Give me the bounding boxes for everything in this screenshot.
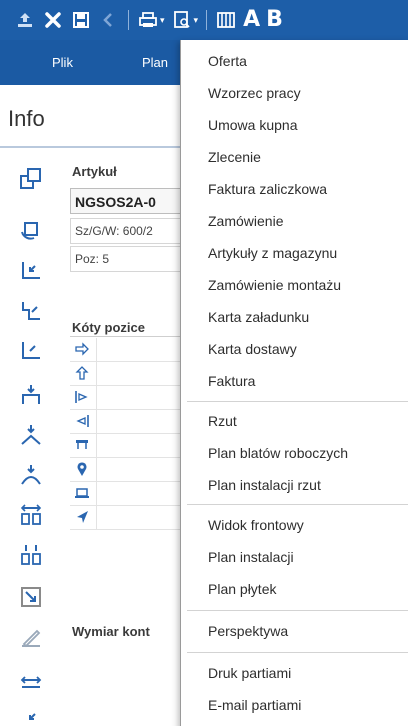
koty-row-right[interactable] — [70, 338, 186, 362]
menu-item-plan-instalacji[interactable]: Plan instalacji — [181, 542, 408, 572]
article-position-field: Poz: 5 — [70, 246, 186, 272]
koty-cell — [96, 362, 97, 386]
print-preview-icon[interactable] — [171, 9, 193, 31]
menu-item-rzut[interactable]: Rzut — [181, 406, 408, 436]
save-icon[interactable] — [70, 9, 92, 31]
align-bottom-icon[interactable] — [18, 382, 44, 408]
base-bar-icon — [74, 485, 90, 501]
menu-item-widok-frontowy[interactable]: Widok frontowy — [181, 510, 408, 540]
menu-separator — [187, 610, 408, 611]
koty-cell — [96, 386, 97, 410]
menu-item-plan-blatow-roboczych[interactable]: Plan blatów roboczych — [181, 438, 408, 468]
columns-icon[interactable] — [215, 9, 237, 31]
menu-item-faktura[interactable]: Faktura — [181, 366, 408, 396]
variant-a-button[interactable]: A — [243, 9, 260, 31]
print-dropdown-caret-icon[interactable]: ▾ — [160, 15, 165, 26]
app-window: ▾ ▾ A B Plik Plan Info Artykuł NGSOS2A-0… — [0, 0, 408, 726]
distribute-icon[interactable] — [18, 502, 44, 528]
menu-item-email-partiami[interactable]: E-mail partiami — [181, 690, 408, 720]
print-icon[interactable] — [137, 9, 159, 31]
menu-item-umowa-kupna[interactable]: Umowa kupna — [181, 110, 408, 140]
variant-b-button[interactable]: B — [266, 9, 283, 31]
arrow-end-icon — [74, 413, 90, 429]
menu-separator — [187, 652, 408, 653]
koty-cell — [96, 338, 97, 362]
koty-cell — [96, 458, 97, 482]
toolbar-separator — [206, 10, 208, 30]
menu-item-druk-partiami[interactable]: Druk partiami — [181, 658, 408, 688]
top-bar-icon — [74, 437, 90, 453]
toolbar-separator — [128, 10, 129, 30]
corner-left-icon[interactable] — [18, 258, 44, 284]
koty-row-location[interactable] — [70, 458, 186, 482]
menu-item-wzorzec-pracy[interactable]: Wzorzec pracy — [181, 78, 408, 108]
arrow-start-icon — [74, 389, 90, 405]
align-arch-icon[interactable] — [18, 462, 44, 488]
navigate-arrow-icon — [74, 509, 90, 525]
menu-item-oferta[interactable]: Oferta — [181, 46, 408, 76]
info-panel: Artykuł NGSOS2A-0 Sz/G/W: 600/2 Poz: 5 K… — [64, 150, 186, 726]
resize-icon[interactable] — [18, 584, 44, 610]
undo-icon[interactable] — [98, 9, 120, 31]
wymiar-section-label: Wymiar kont — [72, 624, 150, 639]
corner-step-icon[interactable] — [18, 298, 44, 324]
koty-row-top[interactable] — [70, 434, 186, 458]
article-code-value: NGSOS2A-0 — [75, 194, 156, 210]
koty-section-label: Kóty pozice — [72, 320, 145, 335]
title-divider — [0, 146, 180, 148]
article-section-label: Artykuł — [72, 164, 117, 179]
menu-item-plan-plytek[interactable]: Plan płytek — [181, 574, 408, 604]
koty-row-direction[interactable] — [70, 506, 186, 530]
menu-item-zlecenie[interactable]: Zlecenie — [181, 142, 408, 172]
preview-dropdown-caret-icon[interactable]: ▾ — [194, 15, 199, 26]
menu-separator — [187, 504, 408, 505]
menu-item-karta-dostawy[interactable]: Karta dostawy — [181, 334, 408, 364]
koty-row-up[interactable] — [70, 362, 186, 386]
page-title: Info — [8, 106, 45, 131]
arrow-right-icon — [74, 341, 90, 357]
koty-cell — [96, 434, 97, 458]
rotate-object-icon[interactable] — [18, 216, 44, 242]
koty-row-end[interactable] — [70, 410, 186, 434]
print-dropdown-menu: Oferta Wzorzec pracy Umowa kupna Zleceni… — [180, 40, 408, 726]
koty-row-start[interactable] — [70, 386, 186, 410]
menu-item-zamowienie-montazu[interactable]: Zamówienie montażu — [181, 270, 408, 300]
menu-plan[interactable]: Plan — [142, 55, 168, 70]
toolbar: ▾ ▾ A B — [0, 0, 408, 40]
corner-small-icon[interactable] — [18, 706, 44, 726]
koty-cell — [96, 482, 97, 506]
article-position-value: Poz: 5 — [75, 252, 110, 266]
article-dims-value: Sz/G/W: 600/2 — [75, 224, 153, 238]
edit-shape-icon[interactable] — [18, 626, 44, 652]
article-code-field[interactable]: NGSOS2A-0 — [70, 188, 186, 214]
align-split-icon[interactable] — [18, 422, 44, 448]
menu-item-perspektywa[interactable]: Perspektywa — [181, 616, 408, 646]
copy-object-icon[interactable] — [18, 166, 44, 192]
menu-plik[interactable]: Plik — [52, 55, 73, 70]
menu-item-karta-zaladunku[interactable]: Karta załadunku — [181, 302, 408, 332]
koty-cell — [96, 410, 97, 434]
dimension-width-icon[interactable] — [18, 668, 44, 694]
article-dims-field: Sz/G/W: 600/2 — [70, 218, 186, 244]
close-icon[interactable] — [42, 9, 64, 31]
menu-item-plan-instalacji-rzut[interactable]: Plan instalacji rzut — [181, 470, 408, 500]
koty-cell — [96, 506, 97, 530]
menu-item-zamowienie[interactable]: Zamówienie — [181, 206, 408, 236]
upload-icon[interactable] — [14, 9, 36, 31]
arrow-up-icon — [74, 365, 90, 381]
menu-item-faktura-zaliczkowa[interactable]: Faktura zaliczkowa — [181, 174, 408, 204]
koty-row-base[interactable] — [70, 482, 186, 506]
menu-separator — [187, 401, 408, 402]
corner-right-icon[interactable] — [18, 338, 44, 364]
menu-item-artykuly-z-magazynu[interactable]: Artykuły z magazynu — [181, 238, 408, 268]
koty-divider — [70, 336, 186, 337]
location-pin-icon — [74, 461, 90, 477]
tool-rail — [0, 150, 64, 726]
distribute-down-icon[interactable] — [18, 542, 44, 568]
